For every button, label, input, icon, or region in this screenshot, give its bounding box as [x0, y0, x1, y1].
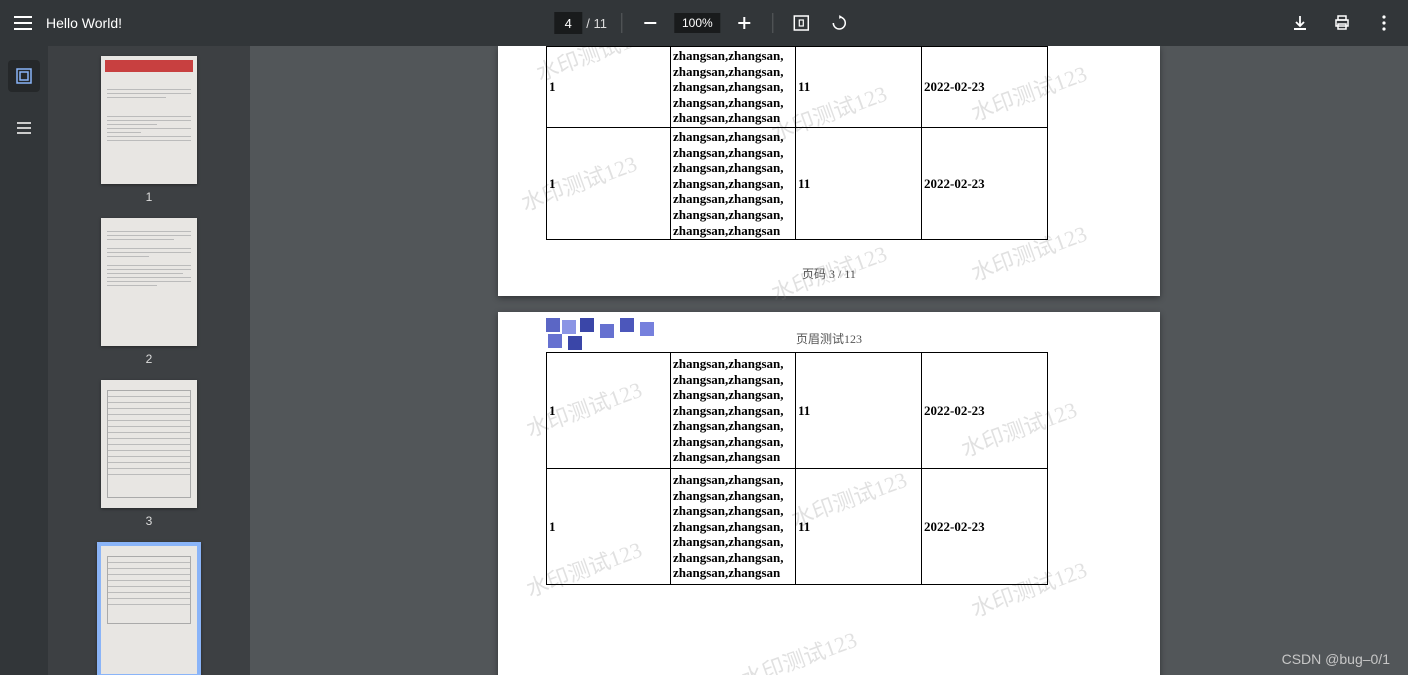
- cell-count: 11: [796, 127, 922, 239]
- cell-names: zhangsan,zhangsan,zhangsan,zhangsan,zhan…: [671, 47, 796, 128]
- cell-date: 2022-02-23: [922, 469, 1048, 585]
- thumbnail-label: 3: [146, 514, 153, 528]
- page-indicator: / 11: [554, 12, 607, 34]
- toolbar: Hello World! / 11 100%: [0, 0, 1408, 46]
- data-table: 1 zhangsan,zhangsan,zhangsan,zhangsan,zh…: [546, 352, 1048, 585]
- download-icon[interactable]: [1286, 9, 1314, 37]
- cell-id: 1: [547, 47, 671, 128]
- cell-id: 1: [547, 469, 671, 585]
- outline-toggle-icon[interactable]: [8, 112, 40, 144]
- separator: [621, 13, 622, 33]
- data-table: 1 zhangsan,zhangsan,zhangsan,zhangsan,zh…: [546, 46, 1048, 240]
- print-icon[interactable]: [1328, 9, 1356, 37]
- watermark: 水印测试123: [736, 622, 861, 675]
- document-title: Hello World!: [46, 15, 122, 31]
- cell-names: zhangsan,zhangsan,zhangsan,zhangsan,zhan…: [671, 127, 796, 239]
- cell-id: 1: [547, 353, 671, 469]
- cell-date: 2022-02-23: [922, 353, 1048, 469]
- page-total: / 11: [586, 16, 607, 31]
- toolbar-right: [1286, 9, 1398, 37]
- page-3-partial: 水印测试123 水印测试123 水印测试123 水印测试123 水印测试123 …: [498, 46, 1160, 296]
- rotate-icon[interactable]: [826, 9, 854, 37]
- document-viewer[interactable]: 水印测试123 水印测试123 水印测试123 水印测试123 水印测试123 …: [250, 46, 1408, 675]
- thumbnail-4[interactable]: [97, 542, 201, 675]
- thumbnail-2[interactable]: [101, 218, 197, 346]
- thumbnails-toggle-icon[interactable]: [8, 60, 40, 92]
- table-row: 1 zhangsan,zhangsan,zhangsan,zhangsan,zh…: [547, 469, 1048, 585]
- page-input[interactable]: [554, 12, 582, 34]
- zoom-out-icon[interactable]: [636, 9, 664, 37]
- page-footer: 页码 3 / 11: [498, 265, 1160, 282]
- thumbnail-label: 1: [146, 190, 153, 204]
- page-4-partial: 页眉测试123 水印测试123 水印测试123 水印测试123 水印测试123 …: [498, 312, 1160, 675]
- attribution-text: CSDN @bug–0/1: [1282, 651, 1390, 667]
- table-row: 1 zhangsan,zhangsan,zhangsan,zhangsan,zh…: [547, 127, 1048, 239]
- toolbar-center: / 11 100%: [554, 9, 853, 37]
- separator: [773, 13, 774, 33]
- thumbnail-1[interactable]: [101, 56, 197, 184]
- cell-count: 11: [796, 353, 922, 469]
- toolbar-left: Hello World!: [0, 15, 420, 31]
- cell-count: 11: [796, 469, 922, 585]
- cell-id: 1: [547, 127, 671, 239]
- thumbnails-pane[interactable]: 1 2 3 4: [48, 46, 250, 675]
- fit-page-icon[interactable]: [788, 9, 816, 37]
- zoom-value: 100%: [674, 13, 721, 33]
- thumbnail-3[interactable]: [101, 380, 197, 508]
- menu-icon[interactable]: [14, 16, 32, 30]
- page-header: 页眉测试123: [498, 330, 1160, 347]
- thumbnail-label: 2: [146, 352, 153, 366]
- cell-date: 2022-02-23: [922, 47, 1048, 128]
- table-row: 1 zhangsan,zhangsan,zhangsan,zhangsan,zh…: [547, 353, 1048, 469]
- side-column: [0, 46, 48, 675]
- cell-names: zhangsan,zhangsan,zhangsan,zhangsan,zhan…: [671, 353, 796, 469]
- table-row: 1 zhangsan,zhangsan,zhangsan,zhangsan,zh…: [547, 47, 1048, 128]
- cell-date: 2022-02-23: [922, 127, 1048, 239]
- cell-names: zhangsan,zhangsan,zhangsan,zhangsan,zhan…: [671, 469, 796, 585]
- zoom-in-icon[interactable]: [731, 9, 759, 37]
- more-icon[interactable]: [1370, 9, 1398, 37]
- cell-count: 11: [796, 47, 922, 128]
